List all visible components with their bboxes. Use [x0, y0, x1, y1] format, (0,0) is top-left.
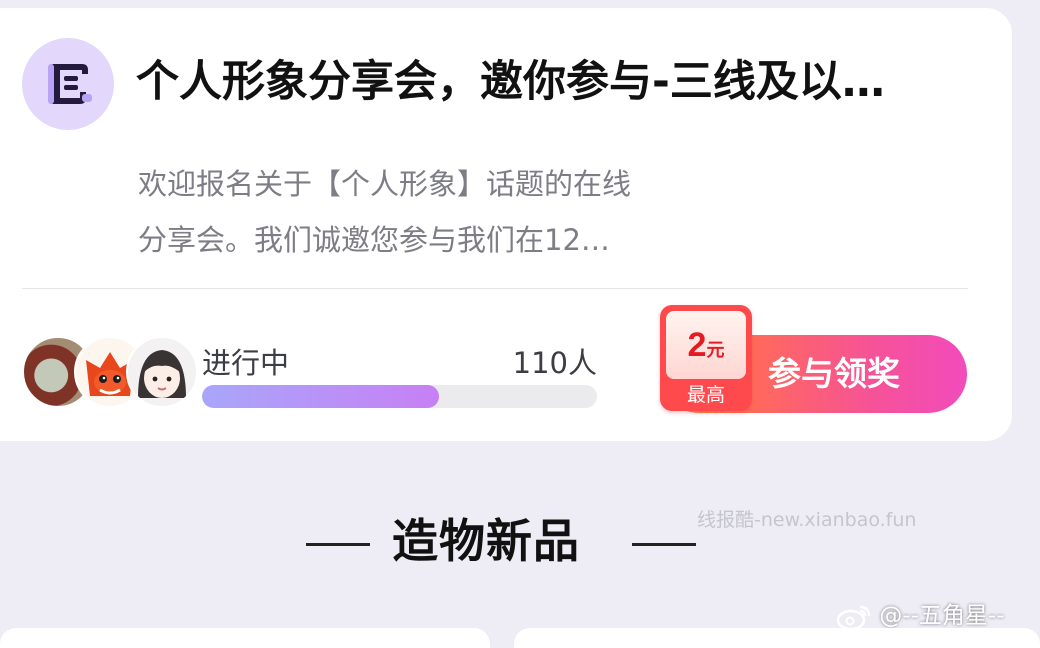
credit-text: @--五角星--	[879, 603, 1005, 629]
topic-description: 欢迎报名关于【个人形象】话题的在线 分享会。我们诚邀您参与我们在12…	[138, 156, 698, 268]
section-dash-right	[632, 543, 696, 546]
join-button-label: 参与领奖	[768, 354, 900, 393]
credit: @--五角星--	[836, 596, 1005, 630]
description-line-1: 欢迎报名关于【个人形象】话题的在线	[138, 167, 632, 201]
progress-bar	[202, 385, 597, 408]
reward-amount-box: 2元	[666, 311, 746, 379]
section-dash-left	[306, 543, 370, 546]
reward-caption: 最高	[686, 384, 725, 406]
progress-fill	[202, 385, 439, 408]
section-title: 造物新品	[392, 514, 580, 568]
next-card[interactable]	[0, 628, 490, 648]
avatar	[126, 336, 198, 408]
watermark: 线报酷-new.xianbao.fun	[697, 509, 917, 531]
scroll-icon	[22, 38, 114, 130]
reward-unit: 元	[706, 340, 725, 361]
weibo-icon	[836, 605, 871, 630]
next-card[interactable]	[514, 628, 1040, 648]
topic-title[interactable]: 个人形象分享会，邀你参与-三线及以…	[136, 54, 1006, 110]
participant-count: 110人	[512, 346, 597, 380]
participant-avatars	[22, 336, 202, 416]
reward-amount: 2	[687, 326, 707, 364]
divider	[22, 288, 968, 289]
description-line-2: 分享会。我们诚邀您参与我们在12…	[138, 223, 610, 257]
reward-badge: 2元 最高	[660, 305, 752, 411]
status-label: 进行中	[202, 346, 290, 380]
